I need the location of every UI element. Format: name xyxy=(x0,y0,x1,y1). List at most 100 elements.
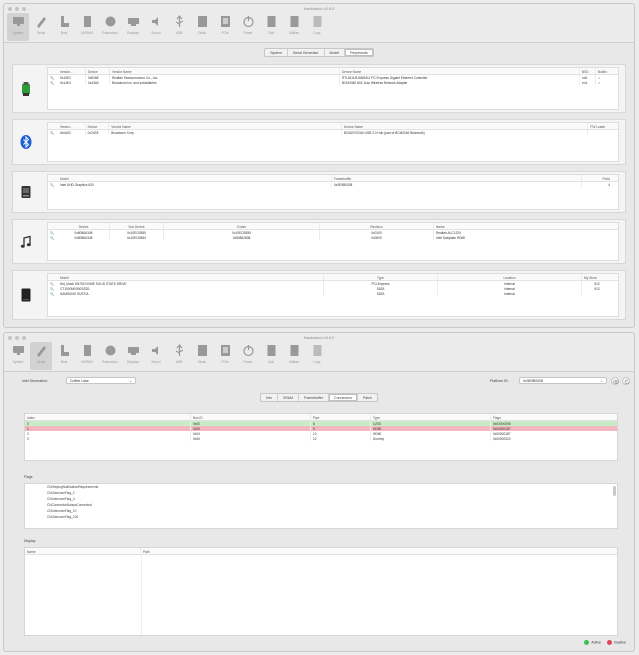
toolbar-nvram-button[interactable]: NVRAM xyxy=(76,13,98,41)
toolbar-label: Boot xyxy=(60,360,68,364)
tab-patch[interactable]: Patch xyxy=(358,394,377,401)
music-note-icon xyxy=(20,235,31,248)
platform-id-label: Platform ID: xyxy=(490,379,509,383)
toolbar-boot-button[interactable]: Boot xyxy=(53,342,75,370)
toolbar-label: Boot xyxy=(60,31,68,35)
inactive-dot-icon xyxy=(606,640,612,645)
table-row[interactable]: 🔍 0x14E4 0x43A0 Broadcom Inc. and subsidiar… xyxy=(48,80,618,85)
toolbar-disks-button[interactable]: Disks xyxy=(191,13,213,41)
title-bar: Hackintool v3.9.0 xyxy=(4,4,634,13)
graphics-table[interactable]: Model Framebuffer Ports 🔍 Intel UHD Graphic… xyxy=(47,174,619,210)
bluetooth-table[interactable]: Vendor... Device Vendor Name Device Name FW … xyxy=(47,122,619,162)
visibility-toggle-button[interactable] xyxy=(611,377,619,385)
audio-panel: Device Sub Device Codec Revision Name 🔍 0x808… xyxy=(12,219,626,264)
table-row[interactable]: 🔍 Intel UHD Graphics 630 0x3E9B0008 4 xyxy=(48,182,618,187)
toolbar-serial-button[interactable]: Serial xyxy=(30,342,52,370)
toolbar-extensions-button[interactable]: Extensions xyxy=(99,13,121,41)
storage-table[interactable]: Model Type Location My Store 🔍 Wd_black SN75… xyxy=(47,273,619,317)
toolbar-label: NVRAM xyxy=(81,360,93,364)
toolbar-serial-button[interactable]: Serial xyxy=(30,13,52,41)
toolbar-calc-button[interactable]: Calc xyxy=(260,13,282,41)
window-title: Hackintool v3.9.0 xyxy=(303,6,335,11)
toolbar-calc-button[interactable]: Calc xyxy=(260,342,282,370)
toolbar-label: Sound xyxy=(151,31,161,35)
pen-icon xyxy=(36,17,46,28)
display-icon xyxy=(127,18,139,26)
flag-item[interactable]: CNUnknownFlag_100 xyxy=(25,514,617,520)
pcie-icon xyxy=(220,16,230,27)
toolbar-disks-button[interactable]: Disks xyxy=(191,342,213,370)
boot-icon xyxy=(60,16,69,27)
flags-list[interactable]: CNHotplugNotificationRequirements CNUnkno… xyxy=(24,483,618,529)
nvram-icon xyxy=(83,16,91,27)
connectors-table[interactable]: Index Bus ID Pipe Type Flags 0 0x00 8 LVDS 0… xyxy=(24,413,618,461)
speaker-icon xyxy=(151,17,158,26)
tab-framebuffer[interactable]: Framebuffer xyxy=(299,394,330,401)
logs-icon xyxy=(313,345,321,356)
storage-panel: Model Type Location My Store 🔍 Wd_black SN75… xyxy=(12,270,626,320)
toolbar: System Serial Boot NVRAM Extensions Displays S… xyxy=(4,13,634,43)
intel-generation-select[interactable]: Coffee Lake ⌄ xyxy=(66,377,136,384)
toolbar-nvram-button[interactable]: NVRAM xyxy=(76,342,98,370)
display-table[interactable]: Name Path xyxy=(24,547,618,636)
table-row[interactable]: 🔍 0x0A5C 0x21E8 Broadcom Corp. BCM20702A0 US… xyxy=(48,130,618,135)
network-panel: Vendor... Device Vendor Name Device Name BSD… xyxy=(12,64,626,113)
tab-bar: Info VRAM Framebuffer Connectors Patch xyxy=(4,393,634,402)
refresh-button[interactable] xyxy=(622,377,630,385)
toolbar-system-button[interactable]: System xyxy=(7,342,29,370)
tab-model[interactable]: Model xyxy=(325,49,346,56)
toolbar-extensions-button[interactable]: Extensions xyxy=(99,342,121,370)
toolbar-usb-button[interactable]: USB xyxy=(168,342,190,370)
toolbar-sound-button[interactable]: Sound xyxy=(145,342,167,370)
toolbar-displays-button[interactable]: Displays xyxy=(122,13,144,41)
intel-generation-label: Intel Generation: xyxy=(22,379,48,383)
wrench-icon xyxy=(290,345,298,356)
monitor-icon xyxy=(12,17,24,26)
toolbar-logs-button[interactable]: Logs xyxy=(306,13,328,41)
tab-vram[interactable]: VRAM xyxy=(278,394,300,401)
toolbar-power-button[interactable]: Power xyxy=(237,342,259,370)
network-table[interactable]: Vendor... Device Vendor Name Device Name BSD… xyxy=(47,67,619,110)
toolbar-label: USB xyxy=(175,360,183,364)
display-label: Display xyxy=(24,539,36,543)
flags-label: Flags xyxy=(24,475,33,479)
power-icon xyxy=(242,345,254,357)
toolbar-utilities-button[interactable]: Utilities xyxy=(283,342,305,370)
tab-info[interactable]: Info xyxy=(261,394,278,401)
toolbar-power-button[interactable]: Power xyxy=(237,13,259,41)
toolbar-boot-button[interactable]: Boot xyxy=(53,13,75,41)
toolbar-logs-button[interactable]: Logs xyxy=(306,342,328,370)
puzzle-icon xyxy=(105,16,115,27)
audio-table[interactable]: Device Sub Device Codec Revision Name 🔍 0x808… xyxy=(47,222,619,261)
toolbar-sound-button[interactable]: Sound xyxy=(145,13,167,41)
refresh-icon xyxy=(624,378,629,384)
toolbar-label: Disks xyxy=(198,360,206,364)
scrollbar[interactable] xyxy=(613,486,616,496)
tab-peripherals[interactable]: Peripherals xyxy=(345,49,373,56)
connector-row[interactable]: 3 0x06 12 Dummy 0x00000020 xyxy=(25,436,617,441)
chevron-down-icon: ⌄ xyxy=(129,379,132,383)
toolbar-pcie-button[interactable]: PCIe xyxy=(214,342,236,370)
toolbar-label: System xyxy=(12,31,24,35)
bluetooth-icon xyxy=(20,135,32,149)
toolbar-system-button[interactable]: System xyxy=(7,13,29,41)
tab-connectors[interactable]: Connectors xyxy=(329,394,358,401)
tab-system[interactable]: System xyxy=(265,49,288,56)
toolbar-label: Displays xyxy=(126,31,140,35)
table-row[interactable]: 🔍 SAMSUNG SUSTIA SATA Internal - xyxy=(48,291,618,296)
platform-id-select[interactable]: 0x3E9B0008 ⌄ xyxy=(519,377,607,384)
toolbar-displays-button[interactable]: Displays xyxy=(122,342,144,370)
eye-icon xyxy=(612,379,619,384)
table-row[interactable]: 🔍 0x8086A348 0x10EC0B64 0x80862808 0x0000 Int… xyxy=(48,235,618,240)
nvram-icon xyxy=(83,345,91,356)
power-icon xyxy=(242,16,254,28)
toolbar-label: PCIe xyxy=(221,360,229,364)
toolbar-utilities-button[interactable]: Utilities xyxy=(283,13,305,41)
toolbar-usb-button[interactable]: USB xyxy=(168,13,190,41)
toolbar-label: Extensions xyxy=(102,31,118,35)
toolbar-pcie-button[interactable]: PCIe xyxy=(214,13,236,41)
disk-icon xyxy=(197,345,207,356)
legend-inactive: Inactive xyxy=(606,640,626,645)
tab-serial-generator[interactable]: Serial Generator xyxy=(288,49,325,56)
active-dot-icon xyxy=(584,640,590,645)
